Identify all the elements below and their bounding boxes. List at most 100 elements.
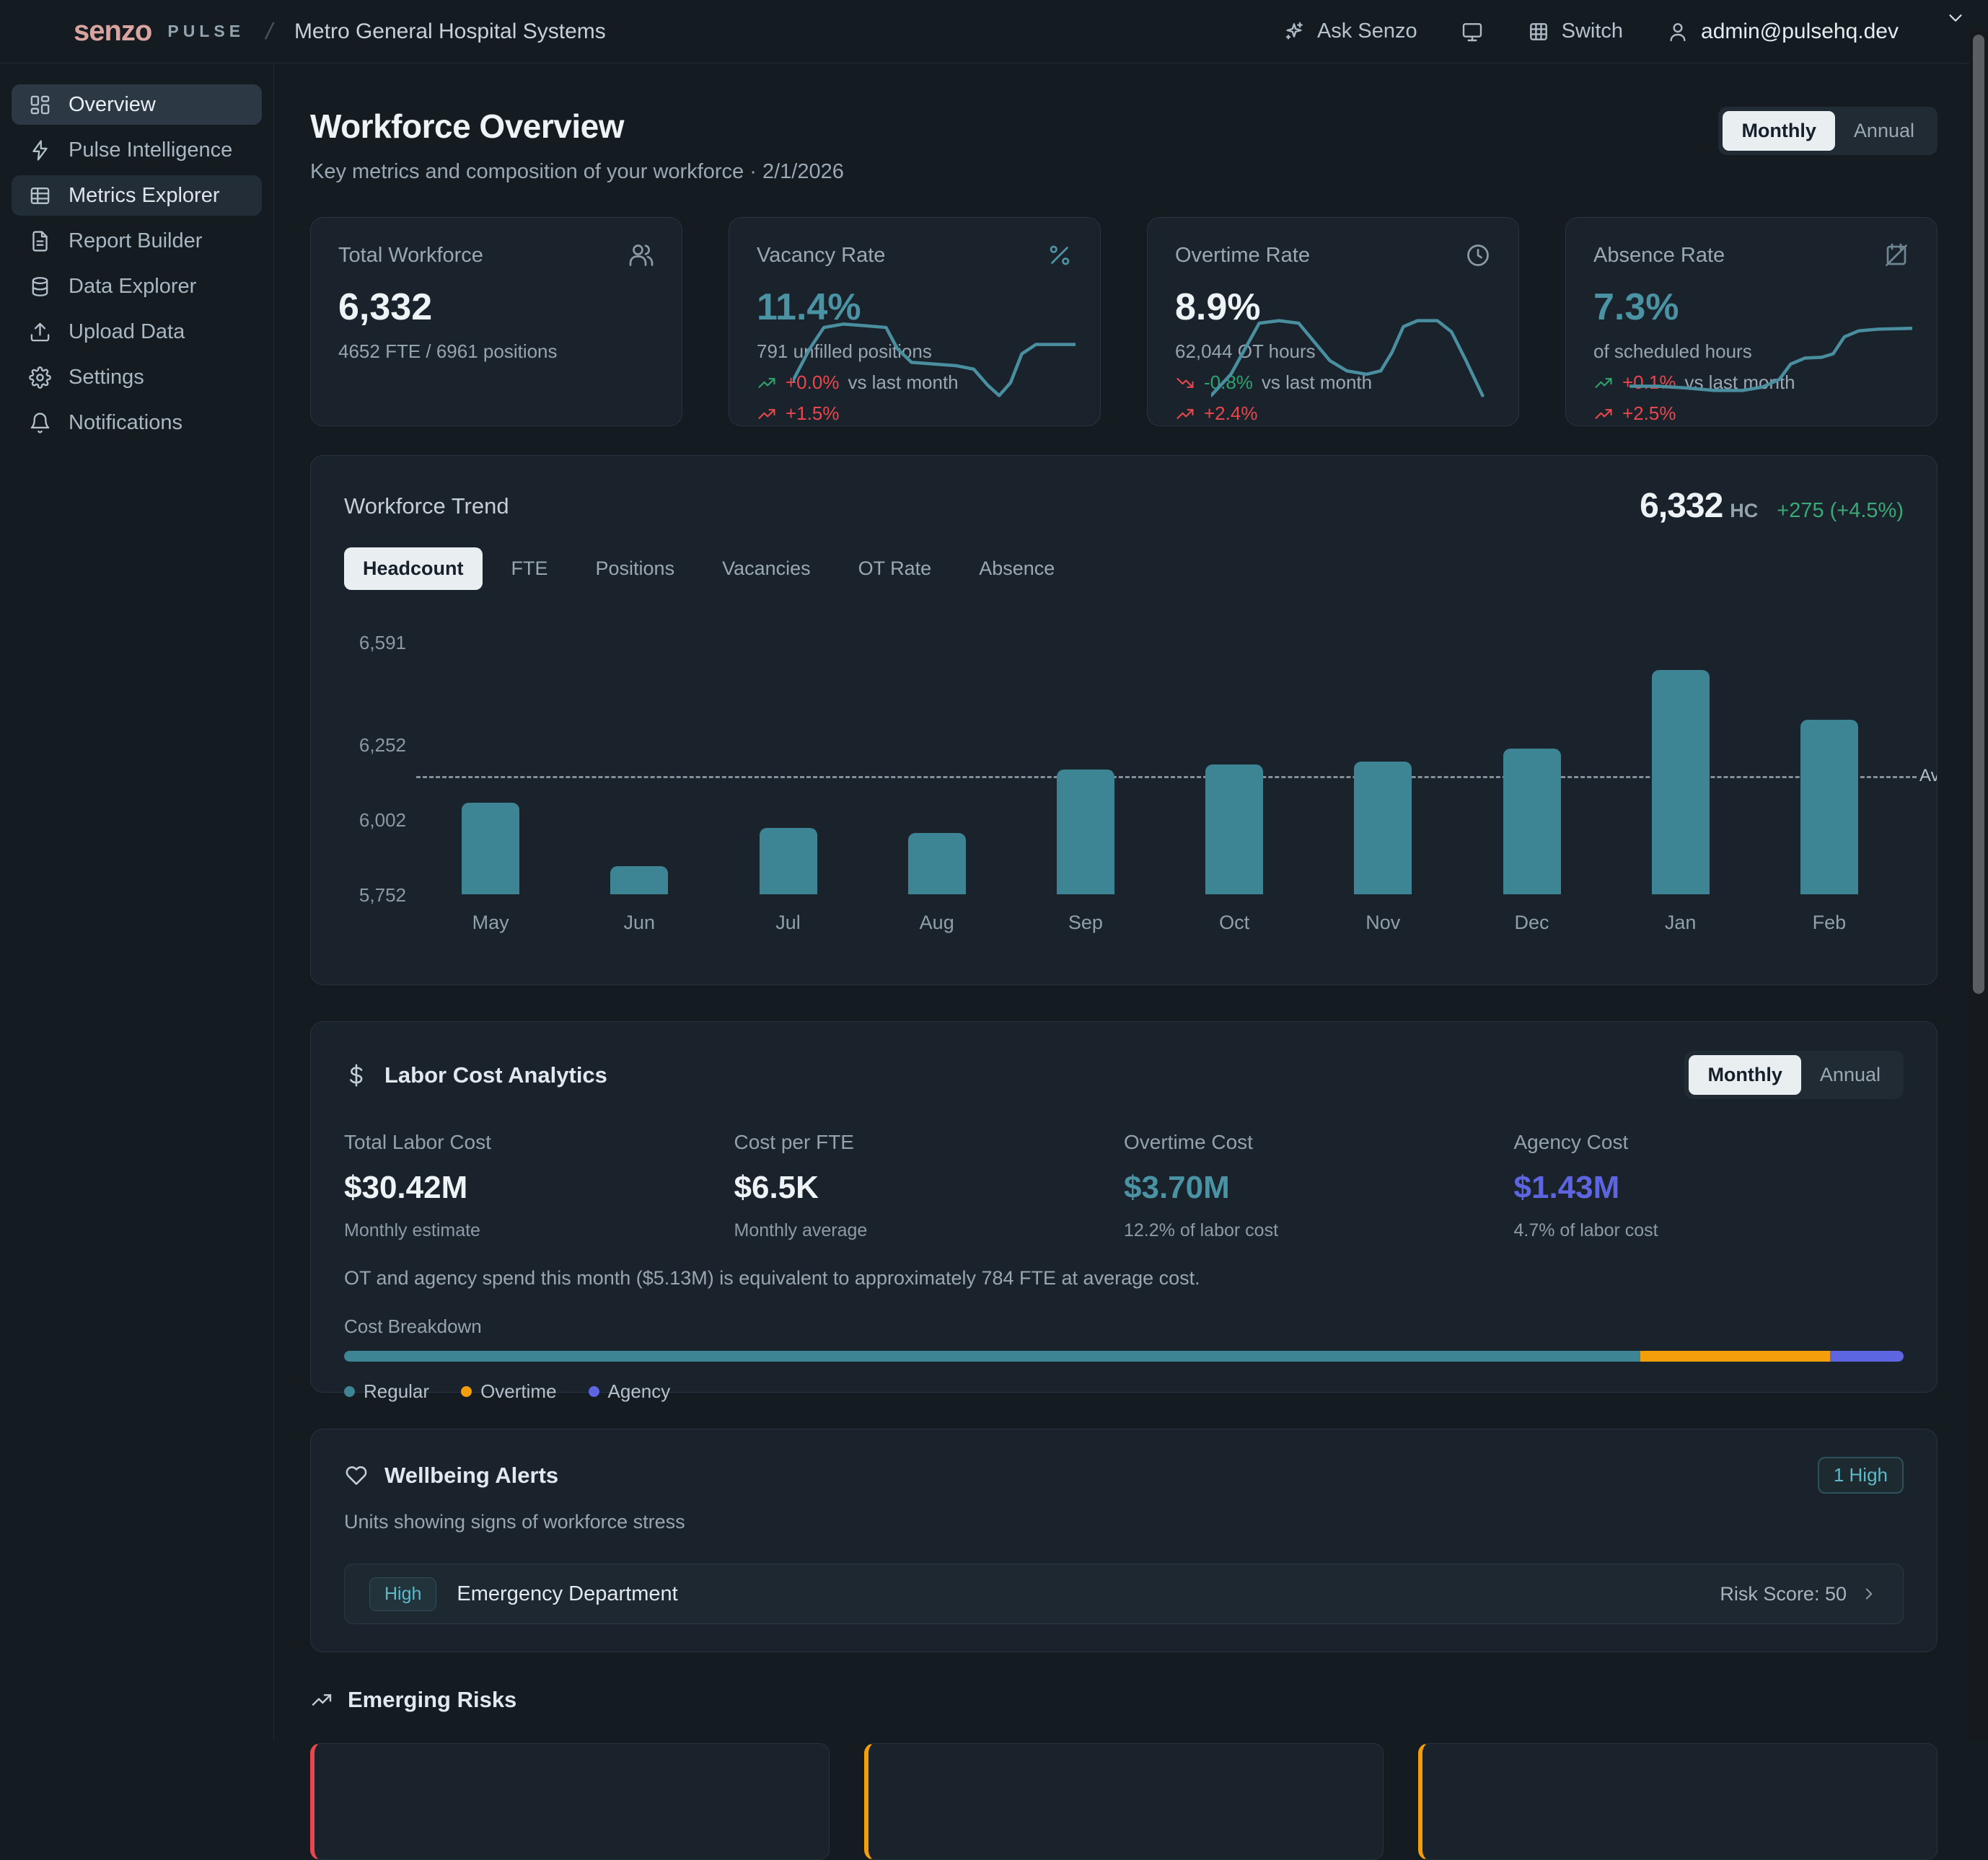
- bar-aug[interactable]: [908, 833, 966, 894]
- calendar-off-icon: [1883, 242, 1909, 268]
- labor-metric-sub: Monthly average: [734, 1220, 1125, 1241]
- bar-sep[interactable]: [1057, 770, 1114, 894]
- bar-jun[interactable]: [610, 866, 668, 894]
- y-tick-label: 6,252: [359, 734, 406, 757]
- sparkles-icon: [1283, 20, 1306, 43]
- kpi-card-head: Overtime Rate: [1175, 242, 1491, 268]
- bar-may[interactable]: [462, 803, 519, 894]
- period-option-annual[interactable]: Annual: [1835, 111, 1933, 151]
- x-tick-label: May: [472, 912, 509, 934]
- trend-up-icon: [757, 373, 777, 393]
- change-value: +2.5%: [1622, 402, 1676, 425]
- bar-oct[interactable]: [1205, 764, 1263, 894]
- chevron-down-icon[interactable]: [1945, 7, 1966, 29]
- alert-list: HighEmergency DepartmentRisk Score: 50: [344, 1564, 1904, 1624]
- breadcrumb-separator: /: [263, 18, 276, 45]
- legend-dot: [344, 1386, 355, 1397]
- labor-period-option-monthly[interactable]: Monthly: [1689, 1055, 1800, 1095]
- trend-up-icon: [1593, 404, 1614, 424]
- ask-senzo-button[interactable]: Ask Senzo: [1283, 19, 1417, 43]
- labor-period-option-annual[interactable]: Annual: [1801, 1055, 1899, 1095]
- sidebar: Overview Pulse Intelligence Metrics Explor…: [0, 63, 274, 1740]
- x-tick-label: Oct: [1219, 912, 1249, 934]
- bar-nov[interactable]: [1354, 762, 1412, 894]
- table-icon: [29, 185, 51, 207]
- trending-up-icon: [310, 1688, 333, 1711]
- labor-metric-sub: Monthly estimate: [344, 1220, 734, 1241]
- display-mode-button[interactable]: [1461, 20, 1484, 43]
- emerging-risks-title: Emerging Risks: [348, 1687, 516, 1713]
- sidebar-item-notifications[interactable]: Notifications: [12, 402, 262, 443]
- cost-breakdown-bar: [344, 1351, 1904, 1362]
- sidebar-item-overview[interactable]: Overview: [12, 84, 262, 125]
- bar-dec[interactable]: [1503, 749, 1561, 894]
- bar-jan[interactable]: [1652, 670, 1710, 894]
- bar-jul[interactable]: [760, 828, 817, 894]
- tab-positions[interactable]: Positions: [577, 547, 694, 590]
- alert-risk: Risk Score: 50: [1720, 1583, 1878, 1605]
- sidebar-item-label: Metrics Explorer: [69, 184, 220, 208]
- switch-button[interactable]: Switch: [1527, 19, 1623, 43]
- sidebar-item-data-explorer[interactable]: Data Explorer: [12, 266, 262, 307]
- kpi-card-head: Absence Rate: [1593, 242, 1909, 268]
- sidebar-item-label: Overview: [69, 93, 156, 117]
- labor-metric-value: $30.42M: [344, 1170, 734, 1206]
- cost-breakdown-label: Cost Breakdown: [344, 1315, 1904, 1338]
- tab-vacancies[interactable]: Vacancies: [703, 547, 830, 590]
- breakdown-segment-overtime: [1640, 1351, 1831, 1362]
- legend-dot: [589, 1386, 599, 1397]
- labor-metric-value: $3.70M: [1124, 1170, 1514, 1206]
- y-tick-label: 6,002: [359, 809, 406, 832]
- tab-headcount[interactable]: Headcount: [344, 547, 483, 590]
- alert-row-emergency-department[interactable]: HighEmergency DepartmentRisk Score: 50: [344, 1564, 1904, 1624]
- wellbeing-card: Wellbeing Alerts 1 High Units showing si…: [310, 1429, 1938, 1652]
- labor-title: Labor Cost Analytics: [384, 1062, 607, 1088]
- risk-card-1[interactable]: [310, 1743, 830, 1860]
- sidebar-item-upload-data[interactable]: Upload Data: [12, 312, 262, 352]
- user-menu[interactable]: admin@pulsehq.dev: [1666, 19, 1899, 44]
- kpi-label: Absence Rate: [1593, 244, 1725, 268]
- x-tick-label: Jul: [775, 912, 801, 934]
- labor-cost-card: Labor Cost Analytics MonthlyAnnual Total…: [310, 1021, 1938, 1393]
- labor-metric-sub: 12.2% of labor cost: [1124, 1220, 1514, 1241]
- breadcrumb: Metro General Hospital Systems: [294, 19, 606, 44]
- sidebar-item-settings[interactable]: Settings: [12, 357, 262, 397]
- kpi-card-vacancy-rate: Vacancy Rate11.4%791 unfilled positions+…: [729, 217, 1101, 426]
- labor-metric-sub: 4.7% of labor cost: [1514, 1220, 1904, 1241]
- kpi-label: Vacancy Rate: [757, 244, 885, 268]
- trend-up-icon: [1593, 373, 1614, 393]
- sidebar-item-report-builder[interactable]: Report Builder: [12, 221, 262, 261]
- sidebar-item-metrics-explorer[interactable]: Metrics Explorer: [12, 175, 262, 216]
- period-toggle: MonthlyAnnual: [1718, 107, 1938, 155]
- x-tick-label: Jan: [1665, 912, 1697, 934]
- legend-item-regular: Regular: [344, 1380, 429, 1403]
- labor-metric-total-labor-cost: Total Labor Cost$30.42MMonthly estimate: [344, 1131, 734, 1241]
- legend-item-agency: Agency: [589, 1380, 671, 1403]
- tab-ot-rate[interactable]: OT Rate: [840, 547, 951, 590]
- tab-absence[interactable]: Absence: [960, 547, 1073, 590]
- x-tick-label: Jun: [624, 912, 656, 934]
- risk-card-2[interactable]: [864, 1743, 1384, 1860]
- scrollbar-thumb[interactable]: [1973, 35, 1984, 994]
- trend-headline-delta: +275 (+4.5%): [1777, 499, 1904, 523]
- bar-feb[interactable]: [1800, 720, 1858, 894]
- y-tick-label: 6,591: [359, 632, 406, 654]
- sidebar-item-label: Notifications: [69, 411, 182, 435]
- tab-fte[interactable]: FTE: [493, 547, 567, 590]
- kpi-yoy-change: +2.4%: [1175, 402, 1491, 425]
- sidebar-item-pulse-intelligence[interactable]: Pulse Intelligence: [12, 130, 262, 170]
- chevron-right-icon: [1860, 1584, 1878, 1603]
- average-line-label: Avg: [1919, 766, 1938, 786]
- page-title: Workforce Overview: [310, 107, 844, 146]
- product-name: PULSE: [167, 22, 245, 41]
- period-option-monthly[interactable]: Monthly: [1723, 111, 1834, 151]
- user-email: admin@pulsehq.dev: [1701, 19, 1899, 44]
- legend-item-overtime: Overtime: [461, 1380, 556, 1403]
- x-tick-label: Aug: [920, 912, 954, 934]
- labor-metric-label: Agency Cost: [1514, 1131, 1904, 1154]
- kpi-value: 6,332: [338, 286, 654, 329]
- x-tick-label: Nov: [1365, 912, 1400, 934]
- legend-label: Overtime: [480, 1380, 556, 1403]
- labor-metric-cost-per-fte: Cost per FTE$6.5KMonthly average: [734, 1131, 1125, 1241]
- risk-card-3[interactable]: [1418, 1743, 1938, 1860]
